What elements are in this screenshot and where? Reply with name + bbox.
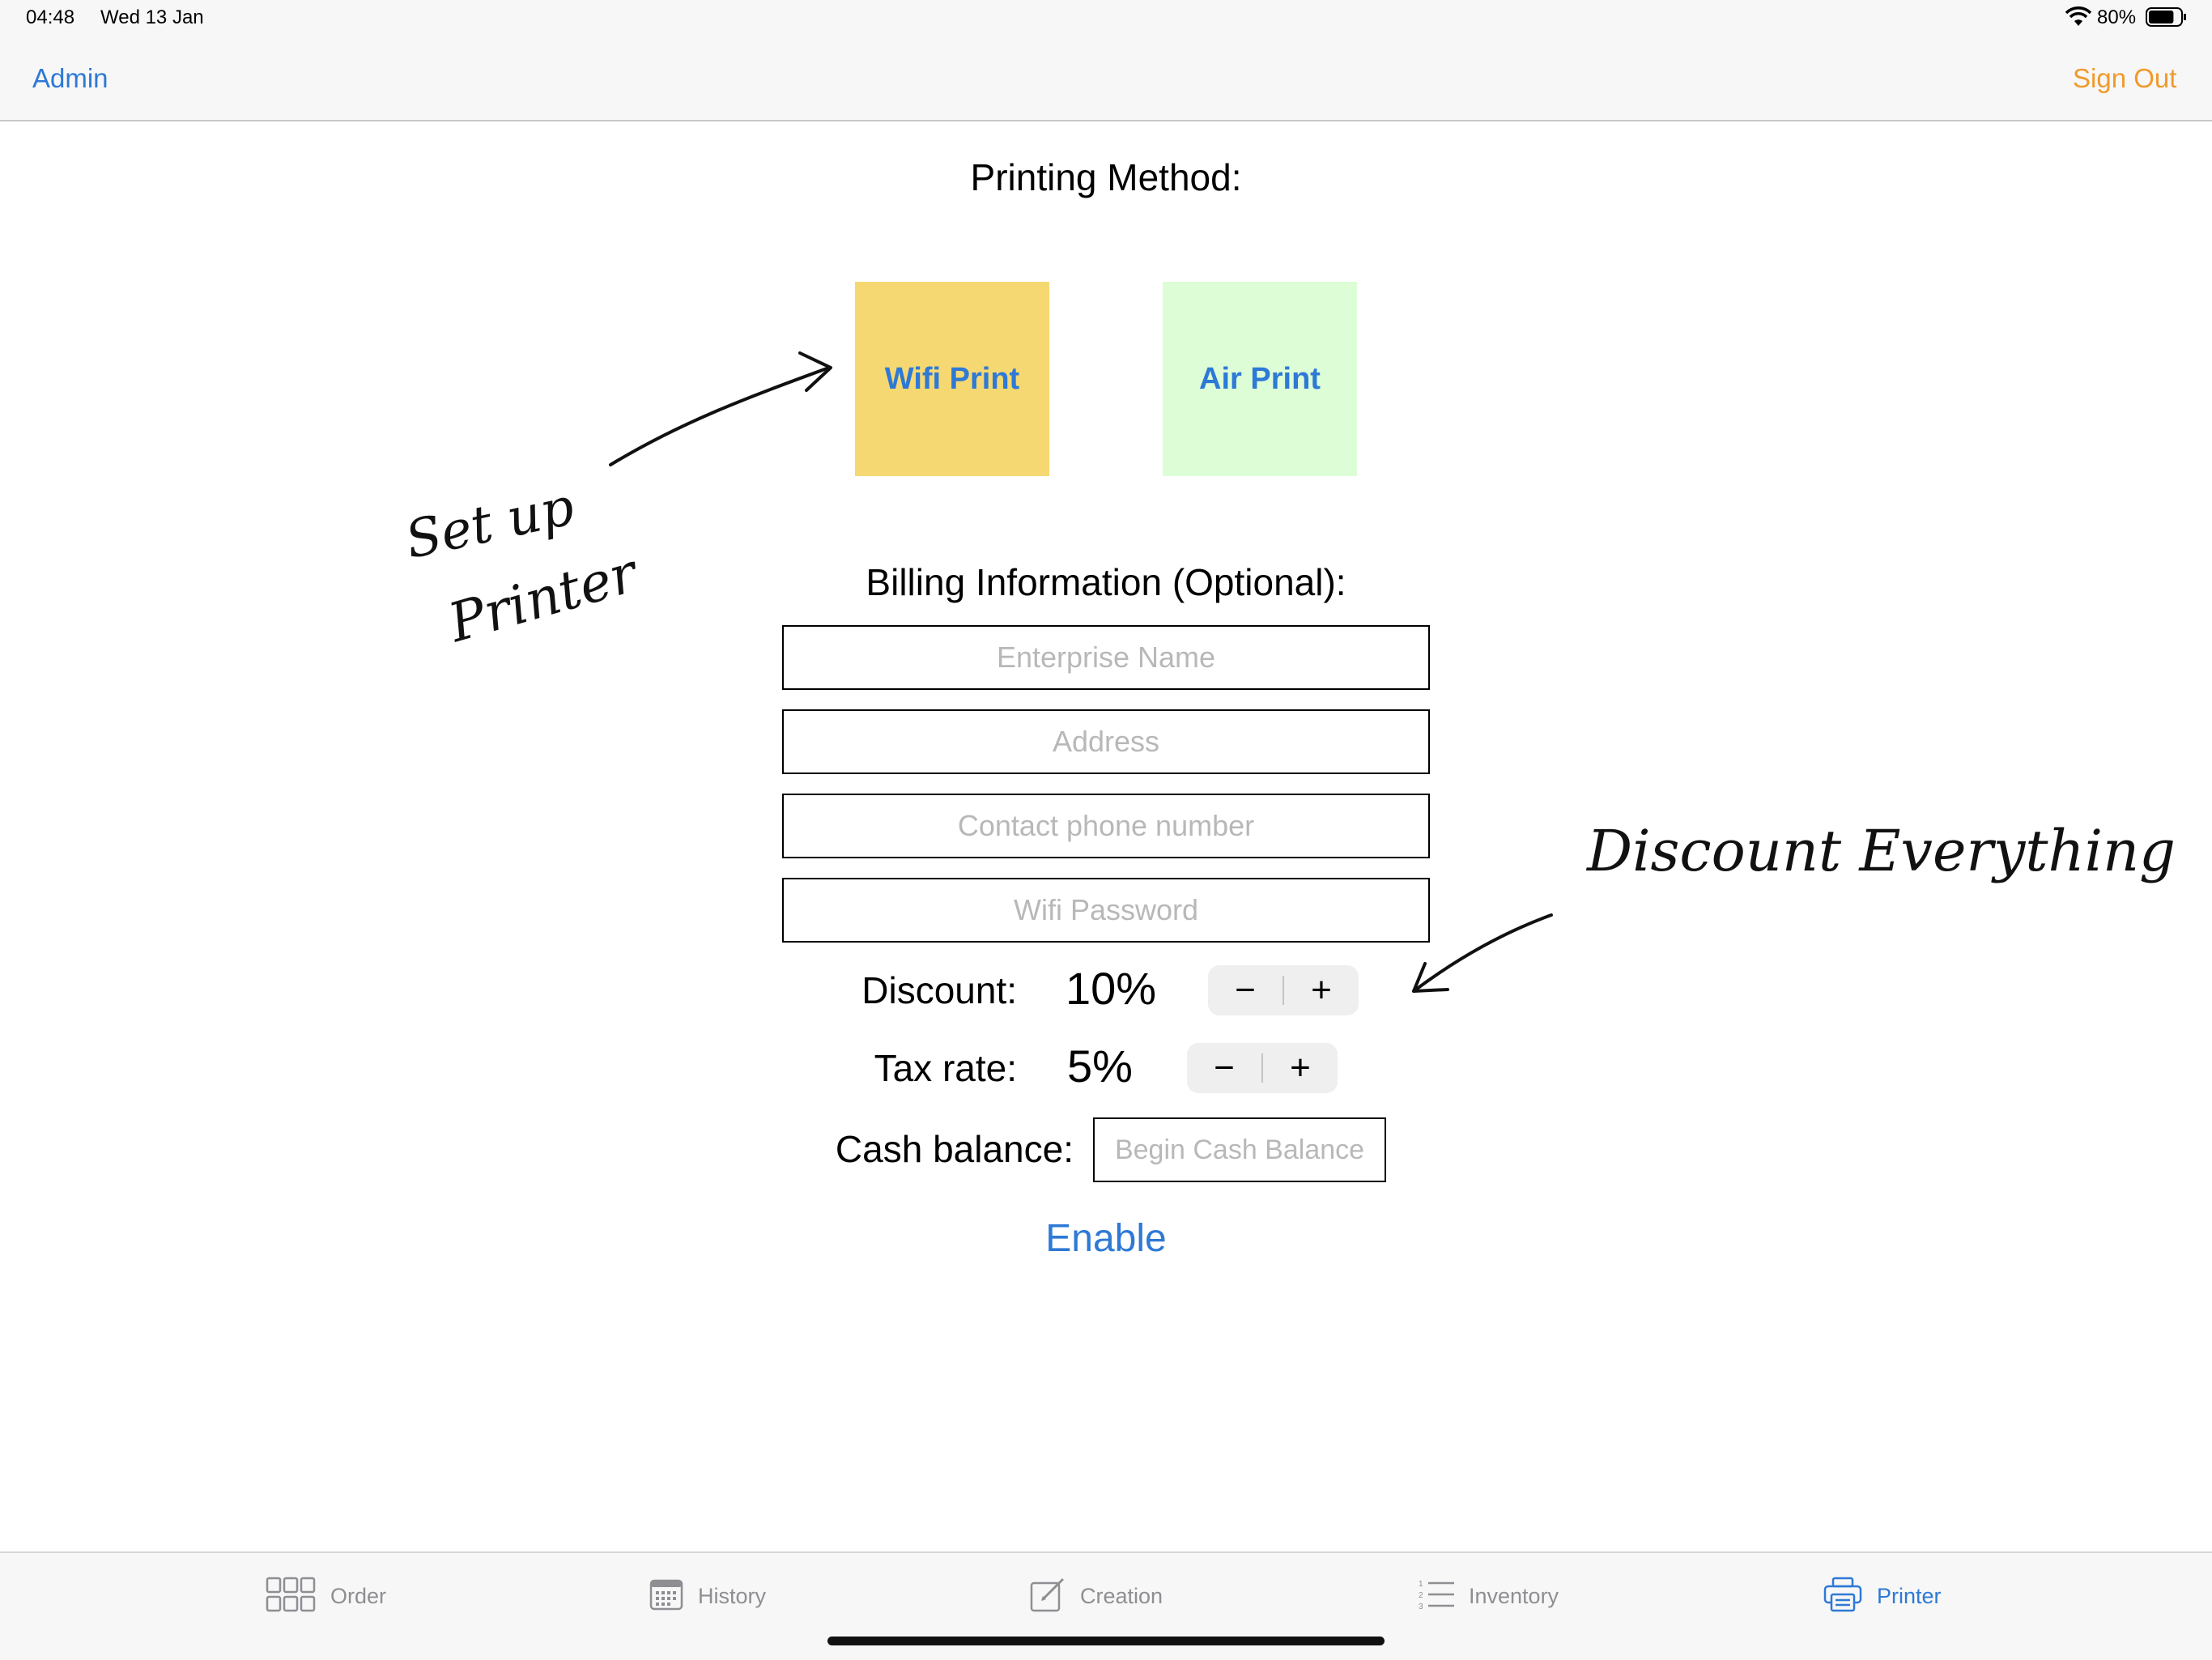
air-print-label: Air Print: [1199, 361, 1321, 396]
arrow-to-wifi-print-icon: [599, 345, 842, 475]
tab-history[interactable]: History: [649, 1551, 766, 1641]
svg-text:2: 2: [1419, 1591, 1423, 1600]
cash-balance-label: Cash balance:: [835, 1128, 1074, 1170]
home-indicator: [827, 1637, 1385, 1645]
svg-text:1: 1: [1419, 1580, 1423, 1589]
wifi-icon: [2065, 6, 2092, 28]
svg-text:3: 3: [1419, 1603, 1423, 1611]
calendar-icon: [649, 1578, 683, 1615]
tab-label: Inventory: [1469, 1583, 1559, 1608]
battery-percentage: 80%: [2097, 6, 2137, 28]
tax-rate-label: Tax rate:: [874, 1047, 1017, 1089]
wifi-password-input[interactable]: [782, 878, 1430, 943]
air-print-button[interactable]: Air Print: [1163, 282, 1357, 476]
discount-stepper[interactable]: − +: [1208, 965, 1359, 1015]
address-input[interactable]: [782, 709, 1430, 774]
tab-label: Creation: [1080, 1583, 1163, 1608]
arrow-to-discount-icon: [1401, 905, 1563, 1002]
compose-icon: [1030, 1577, 1066, 1616]
discount-decrement-button[interactable]: −: [1208, 965, 1283, 1015]
discount-label: Discount:: [861, 969, 1017, 1011]
contact-phone-input[interactable]: [782, 794, 1430, 858]
grid-icon: [266, 1577, 316, 1616]
annotation-setup: Set up: [400, 476, 580, 572]
tab-label: History: [698, 1583, 767, 1608]
wifi-print-button[interactable]: Wifi Print: [855, 282, 1049, 476]
tab-order[interactable]: Order: [266, 1551, 386, 1641]
tax-rate-stepper[interactable]: − +: [1187, 1043, 1338, 1093]
admin-button[interactable]: Admin: [32, 63, 108, 94]
navigation-bar: [0, 0, 2212, 121]
wifi-print-label: Wifi Print: [884, 361, 1020, 396]
tab-printer[interactable]: Printer: [1823, 1551, 1942, 1641]
tax-decrement-button[interactable]: −: [1187, 1043, 1261, 1093]
status-date: Wed 13 Jan: [100, 6, 204, 28]
annotation-discount-everything: Discount Everything: [1587, 818, 2176, 884]
battery-icon: [2146, 6, 2188, 28]
annotation-printer: Printer: [441, 541, 644, 655]
enable-button[interactable]: Enable: [944, 1216, 1268, 1261]
discount-increment-button[interactable]: +: [1284, 965, 1359, 1015]
billing-information-title: Billing Information (Optional):: [866, 561, 1346, 603]
tab-label: Printer: [1877, 1583, 1942, 1608]
status-time: 04:48: [26, 6, 75, 28]
tax-increment-button[interactable]: +: [1263, 1043, 1338, 1093]
tab-inventory[interactable]: 1 2 3 Inventory: [1419, 1551, 1559, 1641]
enterprise-name-input[interactable]: [782, 625, 1430, 690]
tab-label: Order: [330, 1583, 387, 1608]
printer-icon: [1823, 1577, 1862, 1616]
begin-cash-balance-input[interactable]: [1093, 1117, 1386, 1182]
discount-value: 10%: [1066, 963, 1157, 1014]
tax-rate-value: 5%: [1067, 1041, 1133, 1092]
sign-out-button[interactable]: Sign Out: [2073, 63, 2176, 94]
tab-creation[interactable]: Creation: [1030, 1551, 1163, 1641]
list-icon: 1 2 3: [1419, 1578, 1454, 1615]
printing-method-title: Printing Method:: [970, 156, 1242, 198]
